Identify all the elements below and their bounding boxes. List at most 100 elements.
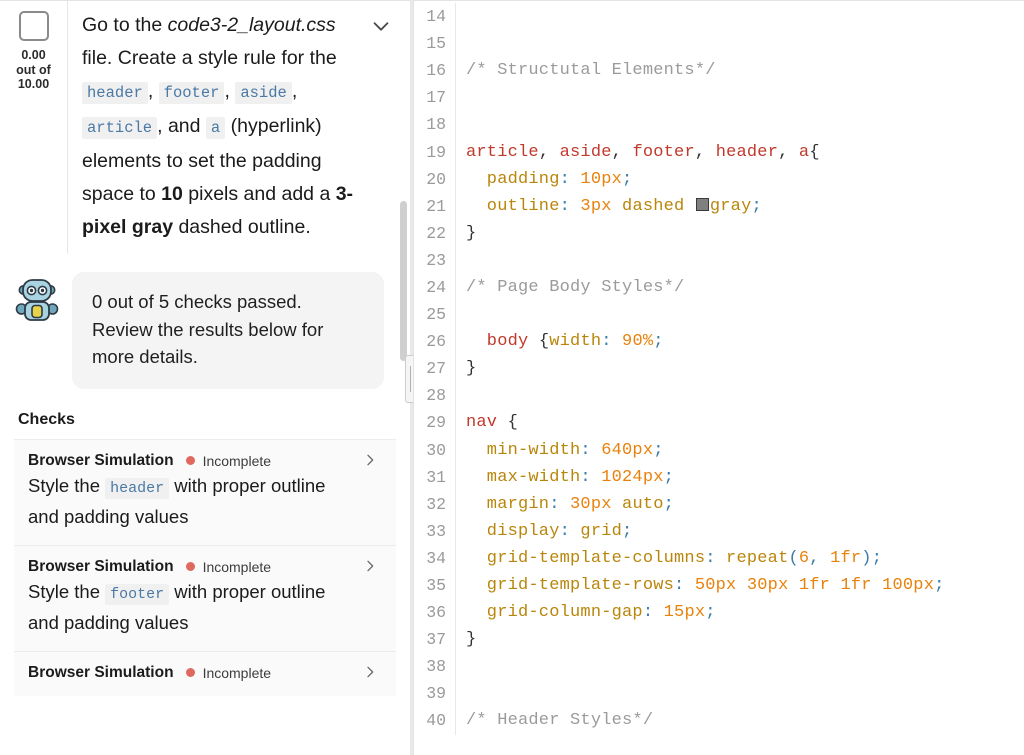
- code-line[interactable]: 17: [414, 84, 1024, 112]
- code-token: 1024px: [590, 467, 664, 487]
- code-line[interactable]: 19 article, aside, footer, header, a{: [414, 138, 1024, 166]
- code-token: ,: [611, 142, 633, 162]
- check-item[interactable]: Browser Simulation Incomplete Style the fo…: [14, 544, 396, 651]
- code-line[interactable]: 38: [414, 653, 1024, 681]
- code-line[interactable]: 31 max-width: 1024px;: [414, 463, 1024, 491]
- code-line[interactable]: 37}: [414, 626, 1024, 654]
- instructions-panel-scrollbar[interactable]: [400, 201, 407, 361]
- text-run: , and: [157, 115, 206, 137]
- strong-text: 10: [161, 183, 183, 205]
- code-line[interactable]: 29 nav {: [414, 409, 1024, 437]
- line-content[interactable]: }: [456, 224, 476, 243]
- code-token: ;: [751, 196, 762, 216]
- chevron-right-icon[interactable]: [362, 558, 378, 574]
- line-content[interactable]: /* Header Styles*/: [456, 711, 653, 730]
- text-run: Style the: [28, 474, 106, 496]
- code-line[interactable]: 34 grid-template-columns: repeat(6, 1fr)…: [414, 544, 1024, 572]
- line-content[interactable]: grid-template-rows: 50px 30px 1fr 1fr 10…: [456, 576, 945, 595]
- line-content[interactable]: display: grid;: [456, 522, 632, 541]
- code-token: dashed: [611, 196, 695, 216]
- code-token: ;: [663, 467, 675, 487]
- line-content[interactable]: grid-template-columns: repeat(6, 1fr);: [456, 549, 882, 568]
- color-swatch-icon[interactable]: [695, 197, 709, 211]
- line-content[interactable]: body {width: 90%;: [456, 332, 664, 351]
- line-content[interactable]: }: [456, 630, 476, 649]
- code-token: 30px: [559, 494, 612, 514]
- code-token: body: [466, 332, 529, 352]
- line-number: 29: [414, 409, 456, 437]
- line-content[interactable]: padding: 10px;: [456, 170, 632, 189]
- code-line[interactable]: 18: [414, 111, 1024, 139]
- line-content[interactable]: nav {: [456, 413, 518, 432]
- check-header: Browser Simulation Incomplete: [28, 558, 382, 576]
- task-complete-checkbox[interactable]: [18, 11, 49, 41]
- check-header: Browser Simulation Incomplete: [28, 664, 382, 682]
- line-number: 16: [414, 57, 456, 85]
- code-token: ;: [653, 332, 664, 352]
- code-line[interactable]: 23: [414, 246, 1024, 274]
- check-item[interactable]: Browser Simulation Incomplete Style the he…: [14, 438, 396, 545]
- code-line[interactable]: 14: [414, 3, 1024, 31]
- code-token: }: [466, 630, 477, 650]
- code-line[interactable]: 32 margin: 30px auto;: [414, 490, 1024, 518]
- task-body: Go to the code3-2_layout.css file. Creat…: [68, 1, 410, 254]
- code-token: :: [580, 467, 591, 487]
- code-line[interactable]: 15: [414, 30, 1024, 58]
- status-dot-icon: [185, 456, 195, 465]
- code-line[interactable]: 21 outline: 3px dashed gray;: [414, 192, 1024, 220]
- chevron-down-icon[interactable]: [370, 15, 392, 37]
- instructions-panel: 0.00 out of 10.00 Go to the code3-2_layo…: [0, 0, 410, 755]
- line-content[interactable]: /* Page Body Styles*/: [456, 278, 684, 297]
- score-max: 10.00: [17, 77, 50, 91]
- line-number: 21: [414, 192, 456, 220]
- code-line[interactable]: 39: [414, 680, 1024, 708]
- code-line[interactable]: 35 grid-template-rows: 50px 30px 1fr 1fr…: [414, 571, 1024, 600]
- line-content[interactable]: outline: 3px dashed gray;: [456, 197, 762, 216]
- code-editor[interactable]: 14 15 16/* Structutal Elements*/17 18 19 arti…: [413, 0, 1024, 755]
- check-description: Style the footer with proper outline and…: [28, 578, 382, 637]
- code-line[interactable]: 33 display: grid;: [414, 517, 1024, 545]
- code-token: footer: [632, 142, 695, 162]
- check-kind-label: Browser Simulation: [28, 663, 174, 681]
- line-content[interactable]: article, aside, footer, header, a{: [456, 143, 820, 162]
- line-content[interactable]: margin: 30px auto;: [456, 495, 674, 514]
- text-run: Style the: [28, 580, 106, 602]
- code-line[interactable]: 24 /* Page Body Styles*/: [414, 273, 1024, 302]
- code-line[interactable]: 30 min-width: 640px;: [414, 436, 1024, 464]
- code-token: :: [559, 169, 571, 189]
- line-content[interactable]: min-width: 640px;: [456, 441, 664, 460]
- check-item[interactable]: Browser Simulation Incomplete: [14, 650, 396, 696]
- code-line[interactable]: 40 /* Header Styles*/: [414, 707, 1024, 735]
- code-token: :: [549, 494, 560, 514]
- code-token: ,: [778, 142, 799, 162]
- code-lines[interactable]: 14 15 16/* Structutal Elements*/17 18 19 arti…: [414, 1, 1024, 735]
- code-line[interactable]: 20 padding: 10px;: [414, 165, 1024, 193]
- line-content[interactable]: }: [456, 359, 476, 378]
- line-content[interactable]: /* Structutal Elements*/: [456, 61, 716, 80]
- code-line[interactable]: 22}: [414, 219, 1024, 247]
- chevron-right-icon[interactable]: [362, 452, 378, 468]
- code-line[interactable]: 28: [414, 382, 1024, 410]
- code-token: grid-template-columns: [466, 548, 706, 568]
- code-token: aside: [559, 142, 612, 162]
- inline-code-chip: article: [82, 117, 158, 139]
- code-line[interactable]: 16 /* Structutal Elements*/: [414, 57, 1024, 85]
- line-content[interactable]: max-width: 1024px;: [456, 468, 674, 487]
- text-run: pixels and add a: [182, 183, 336, 205]
- inline-code-chip: footer: [158, 82, 225, 104]
- code-token: :: [674, 576, 685, 596]
- chevron-right-icon[interactable]: [362, 664, 378, 680]
- code-token: auto: [611, 494, 664, 514]
- code-line[interactable]: 26 body {width: 90%;: [414, 328, 1024, 356]
- checks-heading: Checks: [18, 410, 75, 428]
- code-line[interactable]: 25: [414, 301, 1024, 329]
- line-content[interactable]: grid-column-gap: 15px;: [456, 603, 716, 622]
- code-line[interactable]: 27}: [414, 355, 1024, 383]
- code-token: );: [861, 548, 883, 568]
- task-instruction-text: Go to the code3-2_layout.css file. Creat…: [82, 9, 398, 244]
- score-display: 0.00 out of 10.00: [16, 48, 51, 92]
- robot-avatar-icon: [14, 276, 60, 322]
- code-line[interactable]: 36 grid-column-gap: 15px;: [414, 599, 1024, 627]
- code-token: repeat: [715, 548, 789, 568]
- code-token: 640px: [590, 440, 654, 460]
